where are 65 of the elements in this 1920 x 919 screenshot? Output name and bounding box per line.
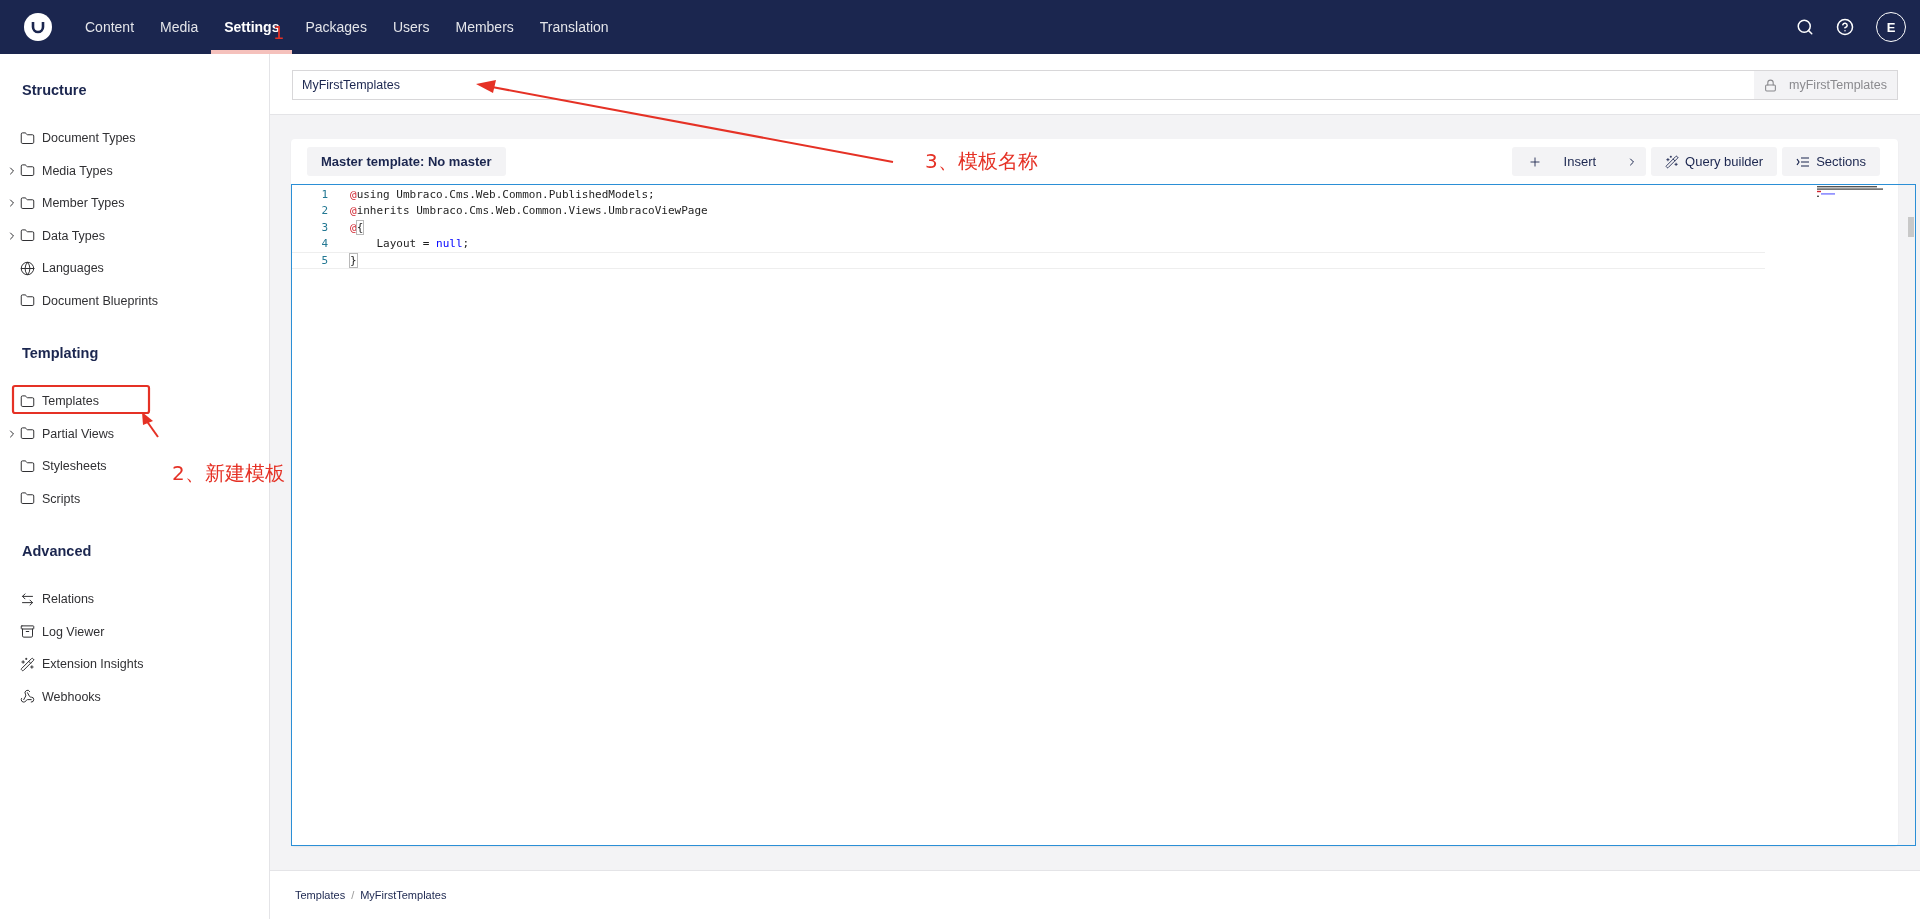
- breadcrumb-link[interactable]: Templates: [295, 889, 346, 901]
- logo-icon[interactable]: [24, 13, 52, 41]
- section-heading: Templating: [21, 345, 100, 361]
- section-heading: Structure: [21, 82, 88, 98]
- query-builder-button[interactable]: Query builder: [1651, 147, 1778, 176]
- tree-item[interactable]: Relations: [42, 592, 95, 607]
- code-editor[interactable]: 1 @using Umbraco.Cms.Web.Common.PublishedModels; 2 @inherits Umbraco.Cms.Web.Common.Views.UmbracoViewPage 3 @{ 4 Layout = null; 5 }: [291, 184, 1916, 846]
- annotation-label: 2、新建模板: [172, 460, 285, 487]
- globe-icon: [20, 260, 35, 276]
- folder-icon: [20, 228, 35, 244]
- folder-icon: [20, 293, 35, 309]
- line-number: 2: [320, 204, 329, 218]
- scrollbar-thumb[interactable]: [1908, 217, 1914, 237]
- nav-tab[interactable]: Media: [147, 0, 212, 54]
- annotation-arrow: [142, 412, 159, 438]
- code-line: @{: [350, 220, 364, 234]
- section-heading: Advanced: [21, 543, 93, 559]
- code-line: @inherits Umbraco.Cms.Web.Common.Views.UmbracoViewPage: [350, 204, 708, 218]
- breadcrumb-separator: /: [351, 889, 355, 901]
- code-line: @using Umbraco.Cms.Web.Common.PublishedModels;: [350, 187, 655, 201]
- plus-icon: [1527, 154, 1542, 169]
- archive-icon: [20, 624, 35, 640]
- breadcrumb-link[interactable]: MyFirstTemplates: [360, 889, 447, 901]
- line-number: 5: [320, 253, 329, 267]
- nav-tab[interactable]: Packages: [292, 0, 380, 54]
- folder-icon: [20, 130, 35, 146]
- master-template-button[interactable]: Master template: No master: [307, 147, 506, 176]
- tree-item[interactable]: Document Blueprints: [42, 293, 159, 308]
- insert-button[interactable]: Insert: [1511, 147, 1647, 176]
- tree-item[interactable]: Languages: [42, 261, 104, 276]
- code-line: Layout = null;: [375, 237, 470, 251]
- folder-icon: [20, 195, 35, 211]
- tree-item[interactable]: Scripts: [42, 491, 81, 506]
- folder-icon: [20, 393, 35, 409]
- folder-icon: [20, 426, 35, 442]
- line-number: 3: [320, 220, 329, 234]
- tree-item[interactable]: Webhooks: [42, 689, 101, 704]
- search-icon[interactable]: [1796, 18, 1814, 36]
- tree-item[interactable]: Member Types: [42, 196, 125, 211]
- tree-item[interactable]: Data Types: [42, 228, 105, 243]
- arrows-icon: [20, 591, 35, 607]
- folder-icon: [20, 163, 35, 179]
- webhook-icon: [20, 689, 35, 705]
- folder-icon: [20, 491, 35, 507]
- annotation-label: 3、模板名称: [925, 148, 1038, 175]
- nav-tab[interactable]: Users: [379, 0, 443, 54]
- folder-icon: [20, 458, 35, 474]
- tree-item[interactable]: Templates: [42, 394, 99, 409]
- tree-item[interactable]: Stylesheets: [42, 459, 107, 474]
- line-number: 1: [320, 187, 329, 201]
- tree-item[interactable]: Document Types: [42, 131, 136, 146]
- nav-tab[interactable]: Content: [72, 0, 148, 54]
- tree-item[interactable]: Extension Insights: [42, 657, 144, 672]
- line-number: 4: [320, 237, 329, 251]
- nav-tab[interactable]: Members: [442, 0, 527, 54]
- magic-wand-icon: [20, 656, 35, 672]
- tree-item[interactable]: Log Viewer: [42, 624, 105, 639]
- sections-button[interactable]: Sections: [1782, 147, 1880, 176]
- help-icon[interactable]: [1836, 18, 1854, 36]
- code-line: }: [350, 253, 357, 267]
- tree-item[interactable]: Media Types: [42, 163, 113, 178]
- list-icon: [1796, 155, 1811, 168]
- tree-item[interactable]: Partial Views: [42, 426, 115, 441]
- nav-tab[interactable]: Translation: [526, 0, 622, 54]
- magic-wand-icon: [1665, 154, 1680, 169]
